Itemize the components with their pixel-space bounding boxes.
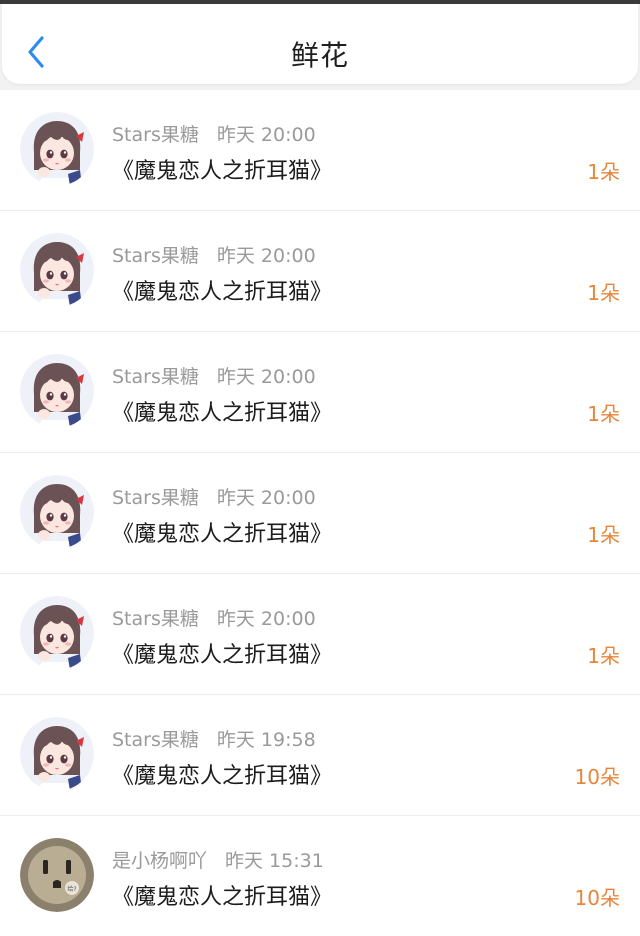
timestamp: 昨天 20:00: [216, 487, 316, 509]
anime-girl-avatar[interactable]: [20, 475, 94, 549]
timestamp: 昨天 20:00: [216, 608, 316, 630]
work-title: 《魔鬼恋人之折耳猫》: [112, 401, 333, 426]
item-meta: Stars果糖 昨天 20:00: [112, 362, 316, 389]
username[interactable]: Stars果糖: [112, 729, 199, 751]
list-item[interactable]: Stars果糖 昨天 20:00 《魔鬼恋人之折耳猫》 1朵: [0, 211, 640, 332]
work-title: 《魔鬼恋人之折耳猫》: [112, 159, 333, 184]
flower-count: 1朵: [587, 523, 620, 547]
timestamp: 昨天 20:00: [216, 245, 316, 267]
timestamp: 昨天 15:31: [225, 850, 324, 872]
anime-girl-avatar[interactable]: [20, 717, 94, 791]
page-title: 鲜花: [290, 39, 349, 72]
anime-girl-avatar[interactable]: [20, 112, 94, 186]
list-item[interactable]: Stars果糖 昨天 19:58 《魔鬼恋人之折耳猫》 10朵: [0, 695, 640, 816]
header-bar: 鲜花: [2, 4, 638, 84]
username[interactable]: Stars果糖: [112, 124, 199, 146]
username[interactable]: Stars果糖: [112, 608, 199, 630]
username[interactable]: Stars果糖: [112, 245, 199, 267]
flower-list: Stars果糖 昨天 20:00 《魔鬼恋人之折耳猫》 1朵 Stars果糖 昨天 20…: [0, 90, 640, 936]
anime-girl-avatar[interactable]: [20, 354, 94, 428]
anime-girl-avatar[interactable]: [20, 233, 94, 307]
list-item[interactable]: 给? 是小杨啊吖 昨天 15:31 《魔鬼恋人之折耳猫》 10朵: [0, 816, 640, 936]
flower-count: 1朵: [587, 402, 620, 426]
flower-count: 1朵: [587, 281, 620, 305]
item-meta: Stars果糖 昨天 20:00: [112, 241, 316, 268]
item-meta: Stars果糖 昨天 19:58: [112, 725, 316, 752]
flower-count: 10朵: [574, 765, 620, 789]
work-title: 《魔鬼恋人之折耳猫》: [112, 280, 333, 305]
list-item[interactable]: Stars果糖 昨天 20:00 《魔鬼恋人之折耳猫》 1朵: [0, 90, 640, 211]
item-meta: Stars果糖 昨天 20:00: [112, 604, 316, 631]
work-title: 《魔鬼恋人之折耳猫》: [112, 885, 333, 910]
timestamp: 昨天 19:58: [216, 729, 316, 751]
power-outlet-avatar[interactable]: 给?: [20, 838, 94, 912]
work-title: 《魔鬼恋人之折耳猫》: [112, 764, 333, 789]
list-item[interactable]: Stars果糖 昨天 20:00 《魔鬼恋人之折耳猫》 1朵: [0, 332, 640, 453]
item-meta: Stars果糖 昨天 20:00: [112, 483, 316, 510]
username[interactable]: 是小杨啊吖: [112, 850, 207, 872]
list-item[interactable]: Stars果糖 昨天 20:00 《魔鬼恋人之折耳猫》 1朵: [0, 574, 640, 695]
anime-girl-avatar[interactable]: [20, 596, 94, 670]
item-meta: 是小杨啊吖 昨天 15:31: [112, 846, 324, 873]
username[interactable]: Stars果糖: [112, 487, 199, 509]
item-meta: Stars果糖 昨天 20:00: [112, 120, 316, 147]
work-title: 《魔鬼恋人之折耳猫》: [112, 643, 333, 668]
work-title: 《魔鬼恋人之折耳猫》: [112, 522, 333, 547]
flower-count: 10朵: [574, 886, 620, 910]
list-item[interactable]: Stars果糖 昨天 20:00 《魔鬼恋人之折耳猫》 1朵: [0, 453, 640, 574]
timestamp: 昨天 20:00: [216, 366, 316, 388]
flower-count: 1朵: [587, 160, 620, 184]
timestamp: 昨天 20:00: [216, 124, 316, 146]
svg-text:给?: 给?: [67, 885, 76, 893]
flower-count: 1朵: [587, 644, 620, 668]
username[interactable]: Stars果糖: [112, 366, 199, 388]
